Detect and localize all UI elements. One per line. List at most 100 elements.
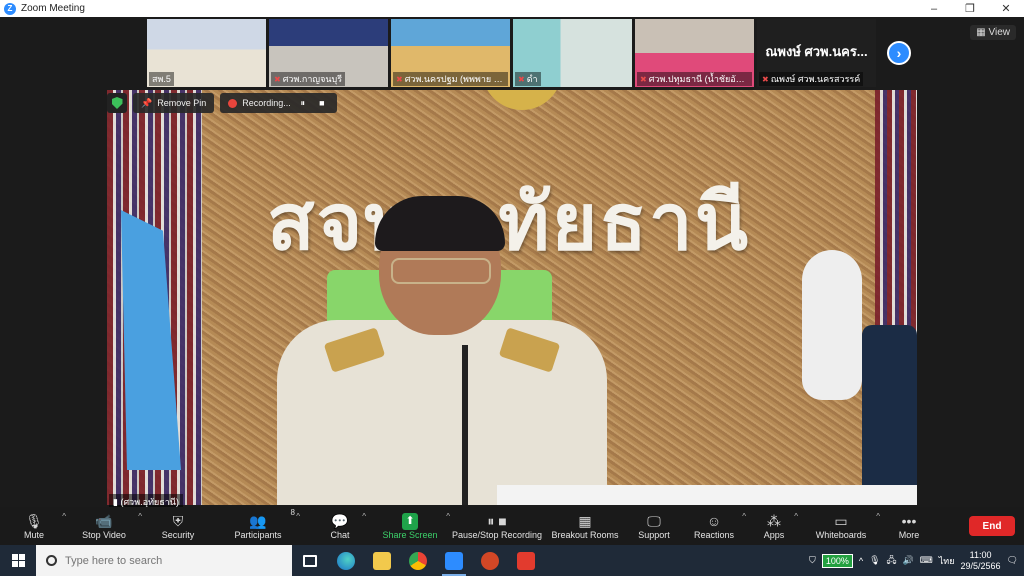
clock-date: 29/5/2566	[960, 560, 1001, 571]
whiteboard-icon: ▭	[834, 512, 848, 529]
breakout-icon: ▦	[578, 512, 592, 529]
chevron-up-icon[interactable]: ^	[742, 512, 746, 521]
edge-app-button[interactable]	[328, 545, 364, 576]
speaker-person	[277, 196, 607, 505]
battery-indicator[interactable]: 100%	[821, 553, 853, 568]
video-overlay-controls: 📌 Remove Pin Recording... ⏸ ■	[107, 93, 337, 113]
mic-muted-icon: ✖	[274, 75, 281, 84]
pdf-icon	[517, 551, 535, 570]
participants-button[interactable]: 👥 8 Participants ^	[230, 507, 300, 545]
participant-tile[interactable]: สพ.5	[147, 19, 266, 87]
zoom-icon	[445, 551, 463, 570]
emblem	[482, 90, 562, 110]
breakout-rooms-button[interactable]: ▦ Breakout Rooms	[551, 507, 619, 545]
mic-muted-icon: ✖	[640, 75, 647, 84]
apps-icon: ⁂	[767, 512, 781, 529]
participant-tile[interactable]: ✖ ศวพ.กาญจนบุรี	[269, 19, 388, 87]
microphone-tray-icon[interactable]: 🎙	[869, 555, 880, 566]
reactions-button[interactable]: ☺ Reactions ^	[694, 507, 746, 545]
chat-button[interactable]: 💬 Chat ^	[326, 507, 366, 545]
volume-icon[interactable]: 🔊	[903, 555, 914, 566]
pause-stop-recording-button[interactable]: ⏸ ■ Pause/Stop Recording	[451, 507, 543, 545]
reactions-icon: ☺	[706, 512, 722, 529]
chevron-up-icon[interactable]: ^	[876, 512, 880, 521]
start-button[interactable]	[0, 545, 36, 576]
maximize-button[interactable]: ❐	[952, 0, 988, 17]
clock[interactable]: 11:00 29/5/2566	[961, 550, 1001, 572]
encryption-shield-icon[interactable]	[107, 93, 127, 113]
window-controls: – ❐ ✕	[916, 0, 1024, 17]
powerpoint-icon	[481, 551, 499, 570]
whiteboards-button[interactable]: ▭ Whiteboards ^	[814, 507, 880, 545]
participant-display-name: ณพงษ์ ศวพ.นคร...	[765, 44, 868, 59]
system-tray: ⛉ 100% ^ 🎙 🖧 🔊 ⌨ ไทย 11:00 29/5/2566 🗨	[809, 545, 1024, 576]
gallery-strip: สพ.5 ✖ ศวพ.กาญจนบุรี ✖ ศวพ.นครปฐม (พพพาย ก…	[147, 19, 876, 87]
folder-icon	[373, 551, 391, 570]
more-icon: •••	[901, 512, 917, 529]
participant-tile[interactable]: ✖ ศวพ.ปทุมธานี (น้ำชัยอัน...	[635, 19, 754, 87]
remove-pin-button[interactable]: 📌 Remove Pin	[133, 93, 215, 113]
participant-tile[interactable]: ณพงษ์ ศวพ.นคร... ✖ ณพงษ์ ศวพ.นครสวรรค์	[757, 19, 876, 87]
close-button[interactable]: ✕	[988, 0, 1024, 17]
participant-tile[interactable]: ✖ ดำ	[513, 19, 632, 87]
participant-name: ✖ ดำ	[515, 72, 541, 86]
video-icon: 📹	[95, 512, 113, 529]
participant-count: 8	[290, 508, 295, 517]
pause-recording-button[interactable]: ⏸	[296, 96, 310, 110]
clock-time: 11:00	[969, 549, 992, 560]
more-button[interactable]: ••• More	[896, 507, 922, 545]
windows-taskbar: ⛉ 100% ^ 🎙 🖧 🔊 ⌨ ไทย 11:00 29/5/2566 🗨	[0, 545, 1024, 576]
recording-indicator: Recording... ⏸ ■	[220, 93, 337, 113]
mic-muted-icon: ✖	[762, 75, 769, 84]
stop-video-button[interactable]: 📹 Stop Video ^	[78, 507, 142, 545]
windows-logo-icon	[11, 554, 25, 567]
glasses	[391, 258, 491, 284]
chevron-up-icon[interactable]: ^	[362, 512, 366, 521]
participant-name: ✖ ศวพ.กาญจนบุรี	[271, 72, 346, 86]
language-indicator[interactable]: ไทย	[939, 554, 955, 568]
chevron-up-icon[interactable]: ^	[296, 512, 300, 521]
view-button[interactable]: ▦ View	[970, 25, 1016, 40]
chevron-up-icon[interactable]: ^	[62, 512, 66, 521]
taskbar-search[interactable]	[36, 545, 292, 576]
network-icon[interactable]: 🖧	[887, 553, 897, 569]
security-tray-icon[interactable]: ⛉	[809, 555, 816, 566]
keyboard-icon[interactable]: ⌨	[920, 555, 933, 566]
security-button[interactable]: ⛨ Security	[155, 507, 201, 545]
shield-icon: ⛨	[172, 512, 184, 529]
speaker-hair	[375, 196, 505, 251]
search-icon	[46, 555, 57, 566]
share-screen-button[interactable]: ⬆ Share Screen ^	[382, 507, 450, 545]
search-input[interactable]	[65, 554, 265, 567]
powerpoint-app-button[interactable]	[472, 545, 508, 576]
mic-icon: 🎙	[25, 512, 43, 529]
support-button[interactable]: 🖵 Support	[636, 507, 672, 545]
participant-name: ✖ ศวพ.ปทุมธานี (น้ำชัยอัน...	[637, 72, 752, 86]
chevron-up-icon[interactable]: ^	[138, 512, 142, 521]
share-icon: ⬆	[402, 512, 418, 530]
participant-tile[interactable]: ✖ ศวพ.นครปฐม (พพพาย กา...	[391, 19, 510, 87]
support-icon: 🖵	[647, 512, 661, 529]
end-meeting-button[interactable]: End	[969, 516, 1015, 536]
stop-recording-button[interactable]: ■	[315, 96, 329, 110]
mic-muted-icon: ✖	[518, 75, 525, 84]
next-page-button[interactable]: ›	[887, 41, 911, 65]
chrome-app-button[interactable]	[400, 545, 436, 576]
minimize-button[interactable]: –	[916, 0, 952, 17]
mute-button[interactable]: 🎙 Mute ^	[14, 507, 66, 545]
zoom-app-button[interactable]	[436, 545, 472, 576]
apps-button[interactable]: ⁂ Apps ^	[762, 507, 798, 545]
pdf-app-button[interactable]	[508, 545, 544, 576]
notifications-icon[interactable]: 🗨	[1007, 555, 1018, 566]
meeting-area: สพ.5 ✖ ศวพ.กาญจนบุรี ✖ ศวพ.นครปฐม (พพพาย ก…	[0, 17, 1024, 510]
file-explorer-button[interactable]	[364, 545, 400, 576]
chevron-up-icon[interactable]: ^	[446, 512, 450, 521]
main-video: สจพ.อุทัยธานี	[107, 90, 917, 505]
window-title: Zoom Meeting	[21, 3, 85, 14]
task-view-button[interactable]	[292, 545, 328, 576]
microphone	[462, 345, 468, 505]
chevron-up-icon[interactable]: ^	[794, 512, 798, 521]
chevron-up-icon[interactable]: ^	[859, 556, 863, 566]
zoom-logo-icon: Z	[4, 2, 16, 15]
mic-muted-icon: ✖	[396, 75, 403, 84]
